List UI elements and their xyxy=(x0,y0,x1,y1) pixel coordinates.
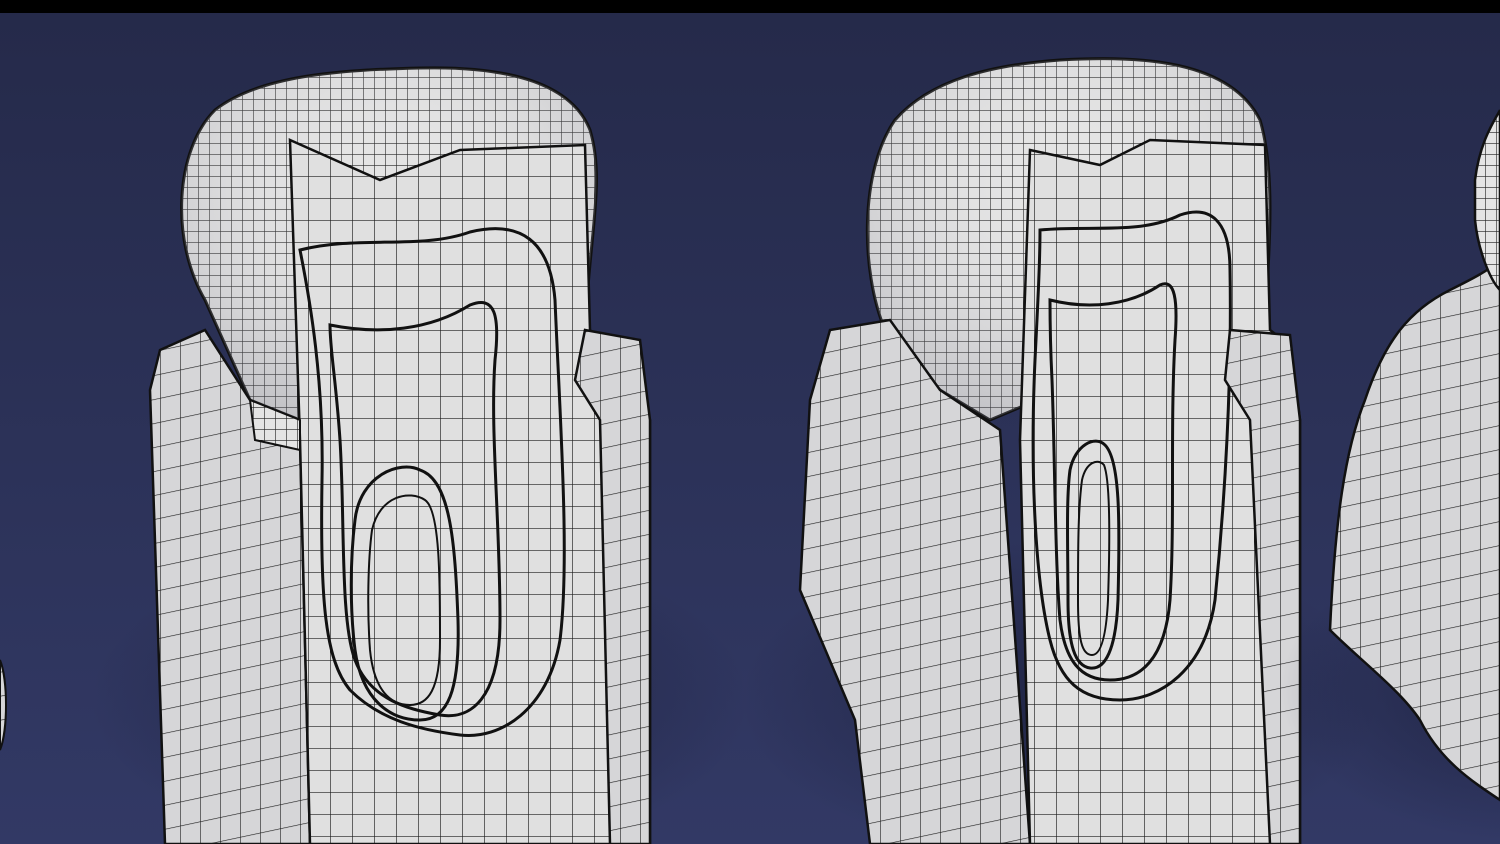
render-viewport xyxy=(0,0,1500,844)
render-scene xyxy=(0,13,1500,844)
